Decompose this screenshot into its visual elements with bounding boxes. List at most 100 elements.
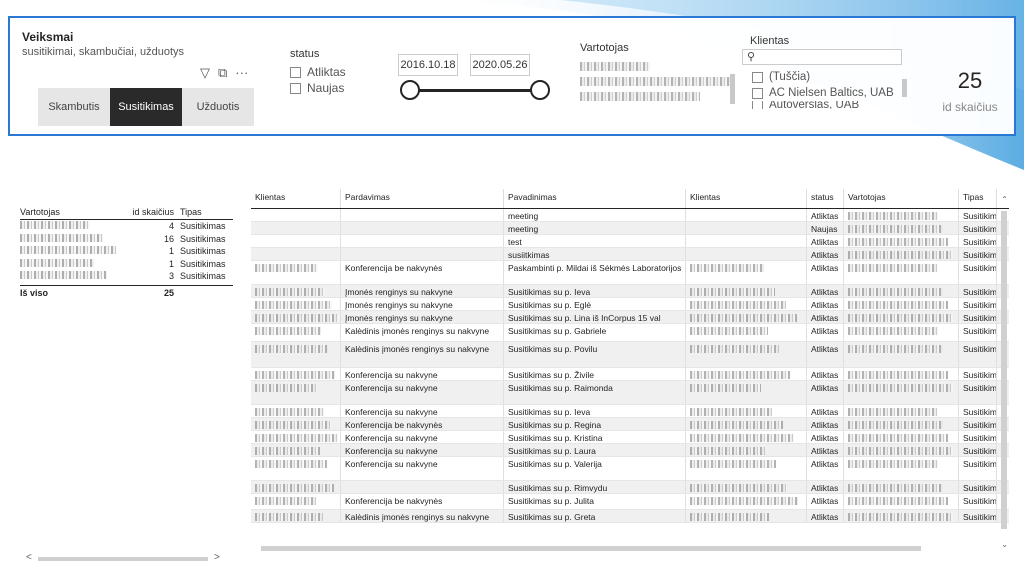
klientas-cell <box>686 248 807 260</box>
table-row[interactable]: Įmonės renginys su nakvyne Susitikimas su… <box>251 298 1009 311</box>
filter-icon[interactable]: ▽ <box>200 66 210 80</box>
column-header[interactable]: Vartotojas <box>20 207 132 217</box>
klientas-cell <box>251 342 341 367</box>
klientas-cell <box>686 457 807 480</box>
table-row[interactable]: 3 Susitikimas <box>20 270 233 283</box>
table-row[interactable]: 4 Susitikimas <box>20 220 233 233</box>
tipas-cell: Susitikimas <box>959 510 997 522</box>
details-vertical-scrollbar[interactable] <box>1001 211 1007 529</box>
table-row[interactable]: Konferencija su nakvyne Susitikimas su p.… <box>251 431 1009 444</box>
pardavimas-cell <box>341 222 504 234</box>
table-row[interactable]: Konferencija su nakvyne Susitikimas su p.… <box>251 381 1009 405</box>
pardavimas-cell <box>341 481 504 493</box>
klientas-cell <box>251 261 341 284</box>
table-row[interactable]: 16 Susitikimas <box>20 233 233 246</box>
tipas-cell: Susitikimas <box>959 342 997 367</box>
klientas-option-ac-nielsen[interactable]: AC Nielsen Baltics, UAB <box>752 85 912 101</box>
vartotojas-cell <box>844 457 959 480</box>
pavadinimas-cell: Paskambinti p. Mildai iš Sėkmės Laborato… <box>504 261 686 284</box>
column-header[interactable]: Vartotojas <box>844 189 959 208</box>
status-cell: Atliktas <box>807 261 844 284</box>
column-header[interactable]: id skaičius <box>132 207 180 217</box>
table-row[interactable]: Konferencija be nakvynės Susitikimas su p… <box>251 494 1009 510</box>
table-row[interactable]: meeting Naujas Susitikimas <box>251 222 1009 235</box>
tipas-cell: Susitikimas <box>959 209 997 221</box>
redacted-user <box>20 233 132 244</box>
pardavimas-cell: Konferencija be nakvynės <box>341 418 504 430</box>
klientas-cell <box>686 261 807 284</box>
table-row[interactable]: Konferencija su nakvyne Susitikimas su p.… <box>251 457 1009 481</box>
table-row[interactable]: Įmonės renginys su nakvyne Susitikimas su… <box>251 285 1009 298</box>
table-row[interactable]: Konferencija su nakvyne Susitikimas su p.… <box>251 368 1009 381</box>
klientas-search-input[interactable]: ⚲ <box>742 49 902 65</box>
column-header[interactable]: Tipas <box>959 189 997 208</box>
scroll-up-icon[interactable]: ⌃ <box>1001 195 1008 204</box>
table-row[interactable]: Konferencija su nakvyne Susitikimas su p.… <box>251 444 1009 457</box>
column-header[interactable]: Pavadinimas <box>504 189 686 208</box>
klientas-cell <box>686 405 807 417</box>
scroll-left-icon[interactable]: < <box>26 552 32 563</box>
status-option-naujas[interactable]: Naujas <box>290 80 346 96</box>
table-row[interactable]: Susitikimas su p. Rimvydu Atliktas Susitik… <box>251 481 1009 494</box>
column-header[interactable]: Klientas <box>251 189 341 208</box>
tab-skambutis[interactable]: Skambutis <box>38 88 110 126</box>
klientas-scrollbar[interactable] <box>902 79 907 97</box>
summary-table-body: 4 Susitikimas 16 Susitikimas 1 Susitikimas 1 Su… <box>20 220 233 283</box>
klientas-option-tuscia[interactable]: (Tuščia) <box>752 69 912 85</box>
klientas-option-autoverslas[interactable]: Autoverslas, UAB <box>752 101 912 109</box>
checkbox[interactable] <box>290 82 301 94</box>
tipas-cell: Susitikimas <box>959 494 997 509</box>
pavadinimas-cell: Susitikimas su p. Ieva <box>504 285 686 297</box>
checkbox[interactable] <box>290 66 301 78</box>
more-options-icon[interactable]: ··· <box>235 66 248 80</box>
vartotojas-cell <box>844 368 959 380</box>
table-row[interactable]: Konferencija be nakvynės Susitikimas su p… <box>251 418 1009 431</box>
date-slider-track[interactable] <box>410 89 540 92</box>
vartotojas-cell <box>844 418 959 430</box>
table-row[interactable]: Kalėdinis įmonės renginys su nakvyne Susi… <box>251 342 1009 368</box>
klientas-slicer: Klientas ⚲ (Tuščia) AC Nielsen Baltics, … <box>742 35 912 109</box>
tab-uzduotis[interactable]: Užduotis <box>182 88 254 126</box>
column-header[interactable]: Tipas <box>180 207 233 217</box>
type-cell: Susitikimas <box>180 221 226 232</box>
summary-horizontal-scrollbar[interactable]: < > <box>20 552 226 564</box>
focus-mode-icon[interactable]: ⧉ <box>218 66 227 80</box>
table-row[interactable]: Kalėdinis įmonės renginys su nakvyne Susi… <box>251 510 1009 523</box>
column-header[interactable]: Klientas <box>686 189 807 208</box>
scroll-down-icon[interactable]: ⌄ <box>1001 540 1008 549</box>
status-option-atliktas[interactable]: Atliktas <box>290 64 346 80</box>
table-row[interactable]: test Atliktas Susitikimas <box>251 235 1009 248</box>
checkbox[interactable] <box>752 71 763 83</box>
checkbox[interactable] <box>752 101 763 109</box>
date-slider-end-handle[interactable] <box>530 80 550 100</box>
status-cell: Atliktas <box>807 311 844 323</box>
table-row[interactable]: 1 Susitikimas <box>20 245 233 258</box>
table-row[interactable]: meeting Atliktas Susitikimas <box>251 209 1009 222</box>
table-row[interactable]: Įmonės renginys su nakvyne Susitikimas su… <box>251 311 1009 324</box>
status-cell: Atliktas <box>807 457 844 480</box>
scroll-right-icon[interactable]: > <box>214 552 220 563</box>
pavadinimas-cell: susiitkimas <box>504 248 686 260</box>
table-row[interactable]: Kalėdinis įmonės renginys su nakvyne Susi… <box>251 324 1009 342</box>
id-count: 3 <box>168 271 174 282</box>
column-header[interactable]: status <box>807 189 844 208</box>
vartotojas-scrollbar[interactable] <box>730 74 735 104</box>
tab-susitikimas[interactable]: Susitikimas <box>110 88 182 126</box>
scrollbar-thumb[interactable] <box>38 557 208 561</box>
column-header[interactable]: Pardavimas <box>341 189 504 208</box>
redacted-user <box>20 258 132 269</box>
table-row[interactable]: Konferencija be nakvynės Paskambinti p. M… <box>251 261 1009 285</box>
pavadinimas-cell: Susitikimas su p. Julita <box>504 494 686 509</box>
pavadinimas-cell: Susitikimas su p. Gabriele <box>504 324 686 341</box>
end-date-input[interactable]: 2020.05.26 <box>470 54 530 76</box>
start-date-input[interactable]: 2016.10.18 <box>398 54 458 76</box>
table-row[interactable]: Konferencija su nakvyne Susitikimas su p.… <box>251 405 1009 418</box>
table-row[interactable]: susiitkimas Atliktas Susitikimas <box>251 248 1009 261</box>
table-row[interactable]: 1 Susitikimas <box>20 258 233 271</box>
checkbox[interactable] <box>752 87 763 99</box>
pardavimas-cell: Kalėdinis įmonės renginys su nakvyne <box>341 324 504 341</box>
vartotojas-cell <box>844 494 959 509</box>
date-slider-start-handle[interactable] <box>400 80 420 100</box>
details-horizontal-scrollbar[interactable] <box>261 546 921 551</box>
pavadinimas-cell: Susitikimas su p. Raimonda <box>504 381 686 404</box>
